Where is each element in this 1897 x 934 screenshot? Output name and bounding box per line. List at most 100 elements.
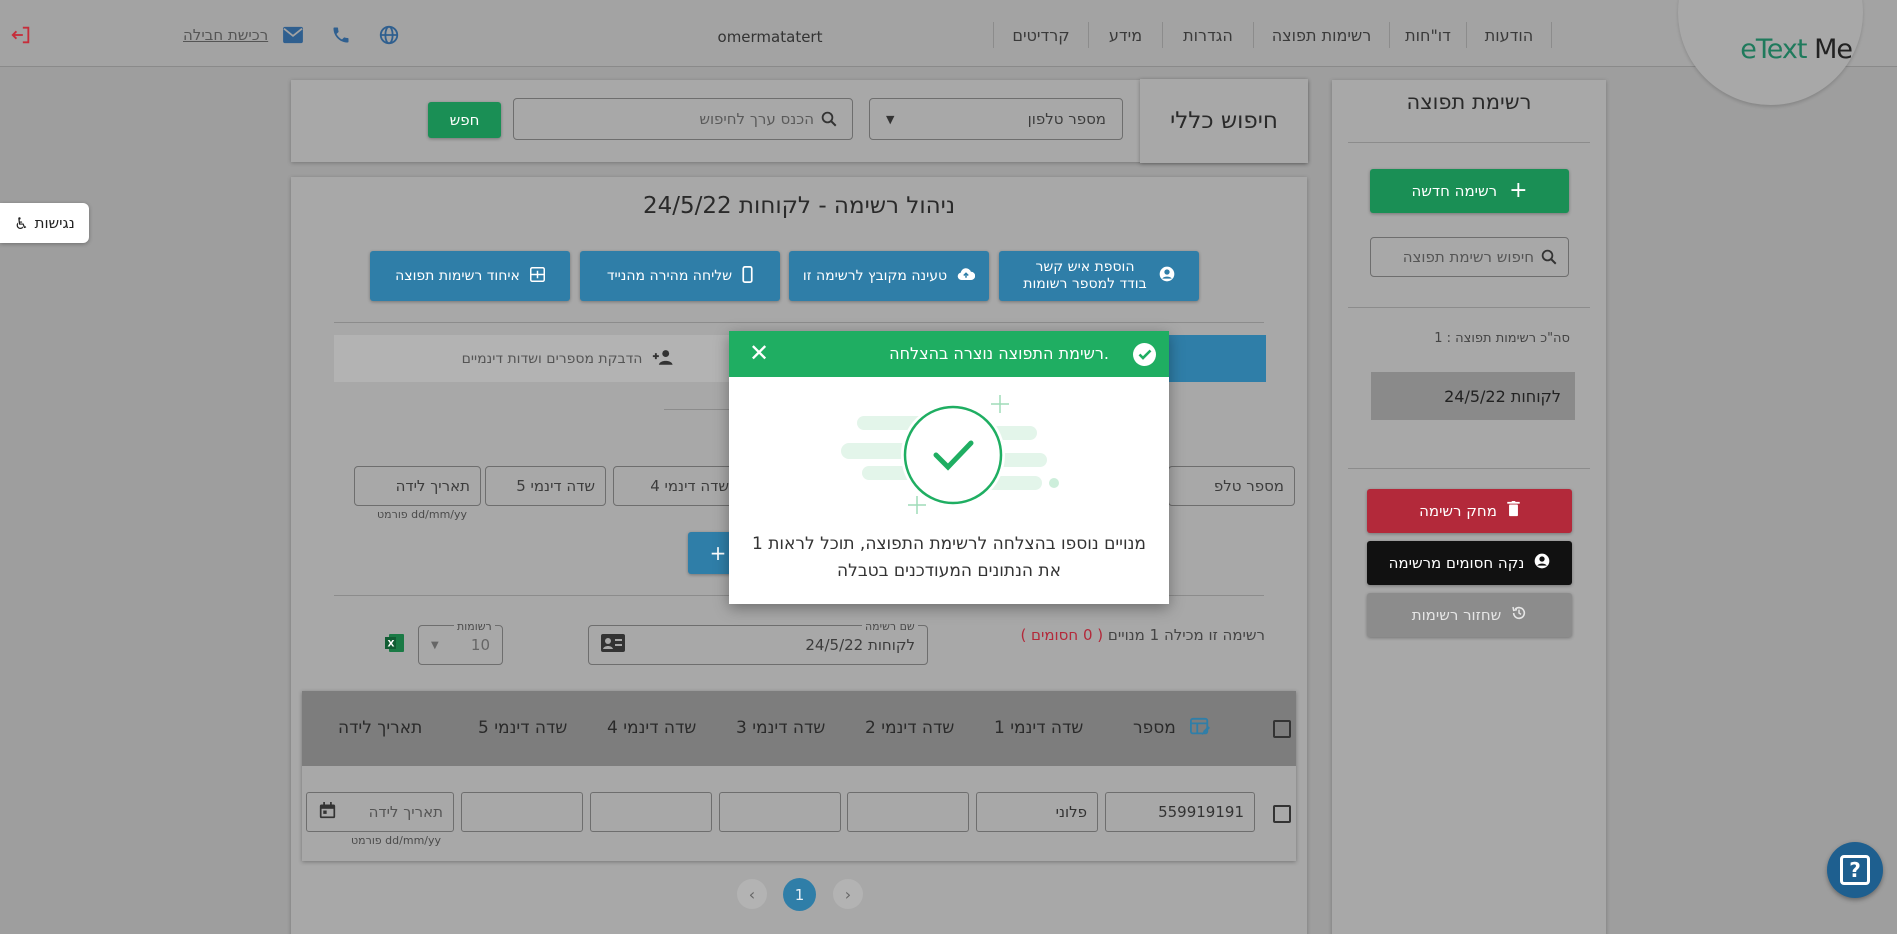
column-header-dynamic-5[interactable]: שדה דינמי 5	[478, 718, 567, 738]
mobile-send-button[interactable]: שליחה מהירה מהנייד	[580, 251, 780, 301]
chevron-down-icon: ▼	[886, 112, 895, 126]
mail-icon[interactable]	[280, 22, 306, 48]
globe-icon[interactable]	[376, 22, 402, 48]
search-panel: חיפוש כללי ▼ מספר טלפון הכנס ערך לחיפוש …	[291, 79, 1308, 163]
dynamic-field-5[interactable]: שדה דינמי 5	[485, 466, 606, 506]
nav-messages[interactable]: הודעות	[1466, 22, 1552, 48]
add-contact-label: הוספת איש קשר בודד למספר רשומות	[1023, 259, 1146, 293]
select-all-checkbox[interactable]	[1273, 720, 1291, 738]
nav-settings[interactable]: הגדרות	[1162, 22, 1253, 48]
merge-lists-button[interactable]: איחוד רשימות תפוצה	[370, 251, 570, 301]
logo[interactable]: eText Me	[1667, 0, 1897, 105]
cloud-upload-icon	[957, 267, 976, 285]
cell-dynamic-4[interactable]	[590, 792, 712, 832]
lists-total: סה"כ רשימות תפוצה : 1	[1434, 331, 1570, 346]
birthdate-field[interactable]: תאריך לידה	[354, 466, 481, 506]
list-search-input[interactable]: חיפוש רשימת תפוצה	[1370, 237, 1569, 277]
nav-lists[interactable]: רשימות תפוצה	[1253, 22, 1389, 48]
divider	[1348, 142, 1590, 143]
prev-page-button[interactable]: ‹	[737, 879, 767, 909]
merge-lists-label: איחוד רשימות תפוצה	[395, 268, 520, 284]
mobile-send-label: שליחה מהירה מהנייד	[606, 268, 733, 284]
list-item[interactable]: 24/5/22 לקוחות	[1371, 372, 1575, 420]
add-contact-button[interactable]: הוספת איש קשר בודד למספר רשומות	[999, 251, 1199, 301]
logout-icon[interactable]	[8, 22, 34, 48]
restore-lists-label: שחזור רשימות	[1411, 606, 1502, 624]
help-button[interactable]: ?	[1827, 842, 1883, 898]
user-circle-icon	[1534, 553, 1550, 573]
chevron-left-icon: ‹	[748, 884, 756, 904]
page-1-button[interactable]: 1	[783, 878, 816, 911]
wheelchair-icon: ♿	[14, 213, 29, 233]
restore-lists-button[interactable]: שחזור רשימות	[1367, 593, 1572, 637]
column-header-birthdate[interactable]: תאריך לידה	[338, 718, 422, 738]
divider	[1348, 307, 1590, 308]
column-header-dynamic-1[interactable]: שדה דינמי 1	[994, 718, 1083, 738]
chevron-right-icon: ›	[844, 884, 852, 904]
edit-columns-icon[interactable]	[1190, 717, 1210, 741]
check-circle-icon	[1133, 343, 1156, 366]
logo-me: Me	[1814, 34, 1853, 65]
search-button[interactable]: חפש	[428, 102, 501, 138]
trash-icon	[1507, 501, 1520, 521]
divider	[1348, 468, 1590, 469]
top-bar: eText Me הודעות דו"חות רשימות תפוצה הגדר…	[0, 0, 1897, 105]
modal-title: רשימת התפוצה נוצרה בהצלחה.	[889, 344, 1109, 363]
cell-phone[interactable]: 559919191	[1105, 792, 1255, 832]
merge-icon	[529, 266, 545, 286]
clear-blocked-button[interactable]: נקה חסומים מרשימה	[1367, 541, 1572, 585]
list-info-text: רשימה זו מכילה 1 מנויים	[1107, 626, 1265, 644]
row-date-format: פורמט dd/mm/yy	[351, 834, 442, 847]
column-header-number[interactable]: מספר	[1133, 718, 1176, 738]
nav-reports[interactable]: דו"חות	[1389, 22, 1466, 48]
dynamic-field-4[interactable]: שדה דינמי 4	[613, 466, 740, 506]
search-value-placeholder: הכנס ערך לחיפוש	[699, 110, 814, 128]
nav-credits[interactable]: קרדיטים	[993, 22, 1088, 48]
next-page-button[interactable]: ›	[833, 879, 863, 909]
row-checkbox[interactable]	[1273, 805, 1291, 823]
page-title: ניהול רשימה - לקוחות 24/5/22	[642, 193, 956, 219]
mobile-icon	[742, 265, 753, 287]
modal-message: 1 מנויים נוספו בהצלחה לרשימת התפוצה, תוכ…	[752, 534, 1146, 581]
search-icon	[1541, 249, 1557, 265]
accessibility-button[interactable]: ♿ נגישות	[0, 203, 89, 243]
success-modal: ✕ רשימת התפוצה נוצרה בהצלחה. 1 מנויים נו…	[729, 331, 1169, 604]
logo-text-part: Text	[1755, 34, 1808, 65]
cell-birthdate[interactable]: תאריך לידה	[306, 792, 454, 832]
phone-field[interactable]: מספר טלפ	[1168, 466, 1295, 506]
history-icon	[1511, 605, 1527, 625]
clear-blocked-label: נקה חסומים מרשימה	[1388, 554, 1525, 572]
svg-text:X: X	[388, 640, 395, 650]
accessibility-label: נגישות	[34, 214, 75, 232]
search-type-select[interactable]: ▼ מספר טלפון	[869, 98, 1123, 140]
cell-dynamic-5[interactable]	[461, 792, 583, 832]
cell-dynamic-1[interactable]: פלוני	[976, 792, 1098, 832]
column-header-dynamic-4[interactable]: שדה דינמי 4	[607, 718, 696, 738]
upload-file-label: טעינה מקובץ לרשימה זו	[802, 268, 948, 284]
modal-header: ✕ רשימת התפוצה נוצרה בהצלחה.	[729, 331, 1169, 377]
upload-file-button[interactable]: טעינה מקובץ לרשימה זו	[789, 251, 989, 301]
delete-list-button[interactable]: מחק רשימה	[1367, 489, 1572, 533]
username: omermatatert	[717, 28, 823, 46]
phone-icon[interactable]	[328, 22, 354, 48]
calendar-icon[interactable]	[319, 801, 336, 823]
nav-info[interactable]: מידע	[1088, 22, 1162, 48]
blocked-count: ( 0 חסומים )	[1020, 626, 1104, 644]
buy-package-link[interactable]: רכישת חבילה	[183, 26, 268, 44]
search-value-input[interactable]: הכנס ערך לחיפוש	[513, 98, 853, 140]
new-list-button[interactable]: רשימה חדשה +	[1370, 169, 1569, 213]
list-name-label: שם רשימה	[862, 620, 918, 633]
column-header-dynamic-3[interactable]: שדה דינמי 3	[736, 718, 825, 738]
add-users-icon	[652, 349, 676, 369]
logo-e: e	[1740, 34, 1757, 65]
sidebar-title: רשימת תפוצה	[1406, 90, 1532, 114]
column-header-dynamic-2[interactable]: שדה דינמי 2	[865, 718, 954, 738]
cell-dynamic-2[interactable]	[847, 792, 969, 832]
cell-dynamic-3[interactable]	[719, 792, 841, 832]
excel-icon[interactable]: X	[385, 633, 405, 657]
new-list-label: רשימה חדשה	[1411, 182, 1498, 200]
close-icon[interactable]: ✕	[749, 341, 769, 365]
help-icon: ?	[1840, 855, 1870, 885]
success-illustration	[841, 395, 1059, 514]
list-search-placeholder: חיפוש רשימת תפוצה	[1402, 248, 1534, 266]
